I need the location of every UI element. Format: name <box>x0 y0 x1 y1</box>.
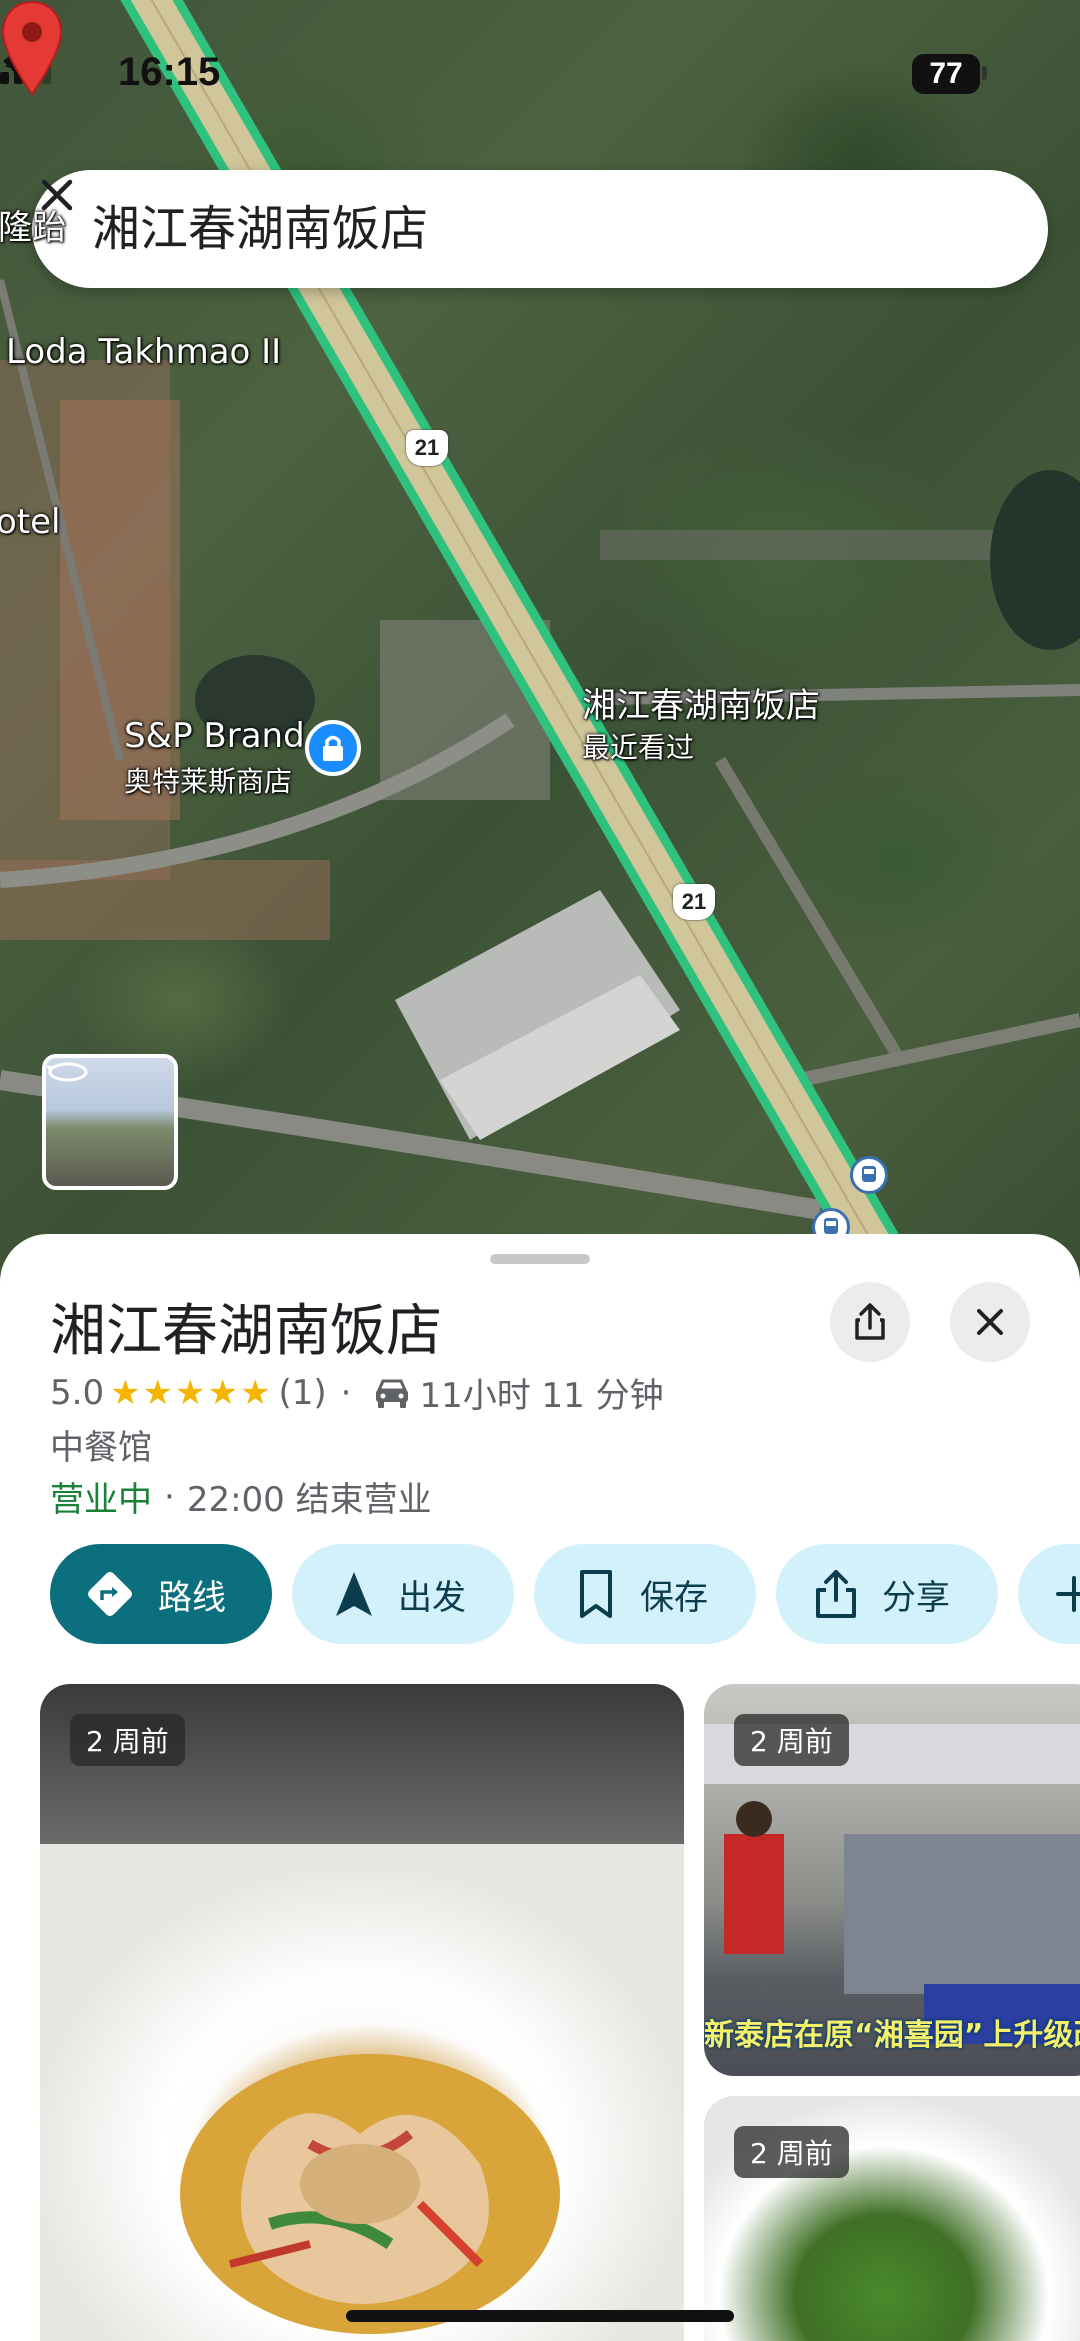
place-category: 中餐馆 <box>50 1428 152 1468</box>
directions-button[interactable]: 路线 <box>50 1544 272 1644</box>
place-title: 湘江春湖南饭店 <box>50 1299 442 1364</box>
sheet-drag-handle[interactable] <box>490 1254 590 1264</box>
map-label-sp-brand-sub[interactable]: 奥特莱斯商店 <box>124 760 292 800</box>
battery-nub <box>982 66 987 80</box>
map-label-sp-brand[interactable]: S&P Brand <box>124 716 305 756</box>
car-icon <box>376 1379 409 1408</box>
map-view[interactable]: 16:15 77 湘江春湖南饭店 隆跆 Loda Takhmao II otel… <box>0 0 1080 1280</box>
rotate-360-icon <box>46 1062 88 1082</box>
status-time: 16:15 <box>118 50 221 94</box>
drive-time: 11小时 11 分钟 <box>419 1376 664 1416</box>
close-sheet-button[interactable] <box>950 1282 1030 1362</box>
road-shield: 21 <box>406 430 448 466</box>
dish-image <box>180 2054 560 2334</box>
photo-kitchen[interactable]: 2 周前 新泰店在原“湘喜园”上升级改 <box>704 1684 1080 2076</box>
separator: · <box>340 1372 352 1413</box>
map-label-edge: 隆跆 <box>0 208 66 248</box>
navigation-arrow-icon <box>336 1572 372 1616</box>
photo-gallery: 2 周前 2 周前 新泰店在原“湘喜园”上升级改 2 周前 <box>40 1684 1080 2341</box>
street-view-thumbnail[interactable] <box>42 1054 178 1190</box>
start-label: 出发 <box>398 1577 466 1618</box>
plus-icon <box>1056 1576 1080 1612</box>
photo-age-badge: 2 周前 <box>734 1714 849 1766</box>
share-label: 分享 <box>882 1577 950 1618</box>
bookmark-icon <box>580 1570 612 1618</box>
shopping-poi-icon[interactable] <box>305 720 361 776</box>
more-actions-button[interactable] <box>1018 1544 1080 1644</box>
closing-time: 22:00 结束营业 <box>186 1480 432 1520</box>
place-pin-icon[interactable] <box>0 0 64 96</box>
bus-stop-icon[interactable] <box>850 1156 888 1194</box>
photo-main[interactable]: 2 周前 <box>40 1684 684 2341</box>
action-chips: 路线 出发 保存 分享 <box>50 1544 1080 1644</box>
map-label-loda[interactable]: Loda Takhmao II <box>6 332 281 372</box>
lock-icon <box>323 735 343 761</box>
home-indicator[interactable] <box>346 2310 734 2322</box>
search-bar[interactable]: 湘江春湖南饭店 <box>32 170 1048 288</box>
directions-icon <box>88 1572 132 1616</box>
status-bar: 16:15 77 <box>0 50 1080 110</box>
share-button[interactable] <box>830 1282 910 1362</box>
separator: · <box>164 1476 175 1517</box>
hours-row[interactable]: 营业中 · 22:00 结束营业 <box>50 1472 432 1521</box>
photo-age-badge: 2 周前 <box>734 2126 849 2178</box>
road-shield: 21 <box>673 884 715 920</box>
share-icon <box>855 1303 885 1340</box>
place-details-sheet[interactable]: 湘江春湖南饭店 5.0 ★★★★★ (1) · 11小时 11 分钟 中餐馆 营… <box>0 1234 1080 2341</box>
bus-icon <box>862 1166 876 1182</box>
open-status: 营业中 <box>50 1480 152 1520</box>
close-icon <box>977 1309 1003 1335</box>
category-row: 中餐馆 <box>50 1420 152 1469</box>
rating-value: 5.0 <box>50 1372 105 1413</box>
search-query[interactable]: 湘江春湖南饭店 <box>92 170 428 288</box>
map-label-hotel[interactable]: otel <box>0 502 61 542</box>
directions-label: 路线 <box>158 1577 226 1618</box>
review-count[interactable]: (1) <box>278 1373 326 1413</box>
rating-stars: ★★★★★ <box>110 1372 273 1413</box>
save-button[interactable]: 保存 <box>534 1544 756 1644</box>
rating-row: 5.0 ★★★★★ (1) · 11小时 11 分钟 <box>50 1368 664 1417</box>
photo-caption: 新泰店在原“湘喜园”上升级改 <box>704 2018 1080 2053</box>
save-label: 保存 <box>640 1577 708 1618</box>
map-label-place[interactable]: 湘江春湖南饭店 <box>582 678 820 727</box>
photo-dish-2[interactable]: 2 周前 <box>704 2096 1080 2341</box>
share-action-button[interactable]: 分享 <box>776 1544 998 1644</box>
battery-indicator: 77 <box>912 54 980 94</box>
share-icon <box>816 1570 856 1618</box>
start-button[interactable]: 出发 <box>292 1544 514 1644</box>
map-label-place-sub: 最近看过 <box>582 731 695 764</box>
photo-age-badge: 2 周前 <box>70 1714 185 1766</box>
